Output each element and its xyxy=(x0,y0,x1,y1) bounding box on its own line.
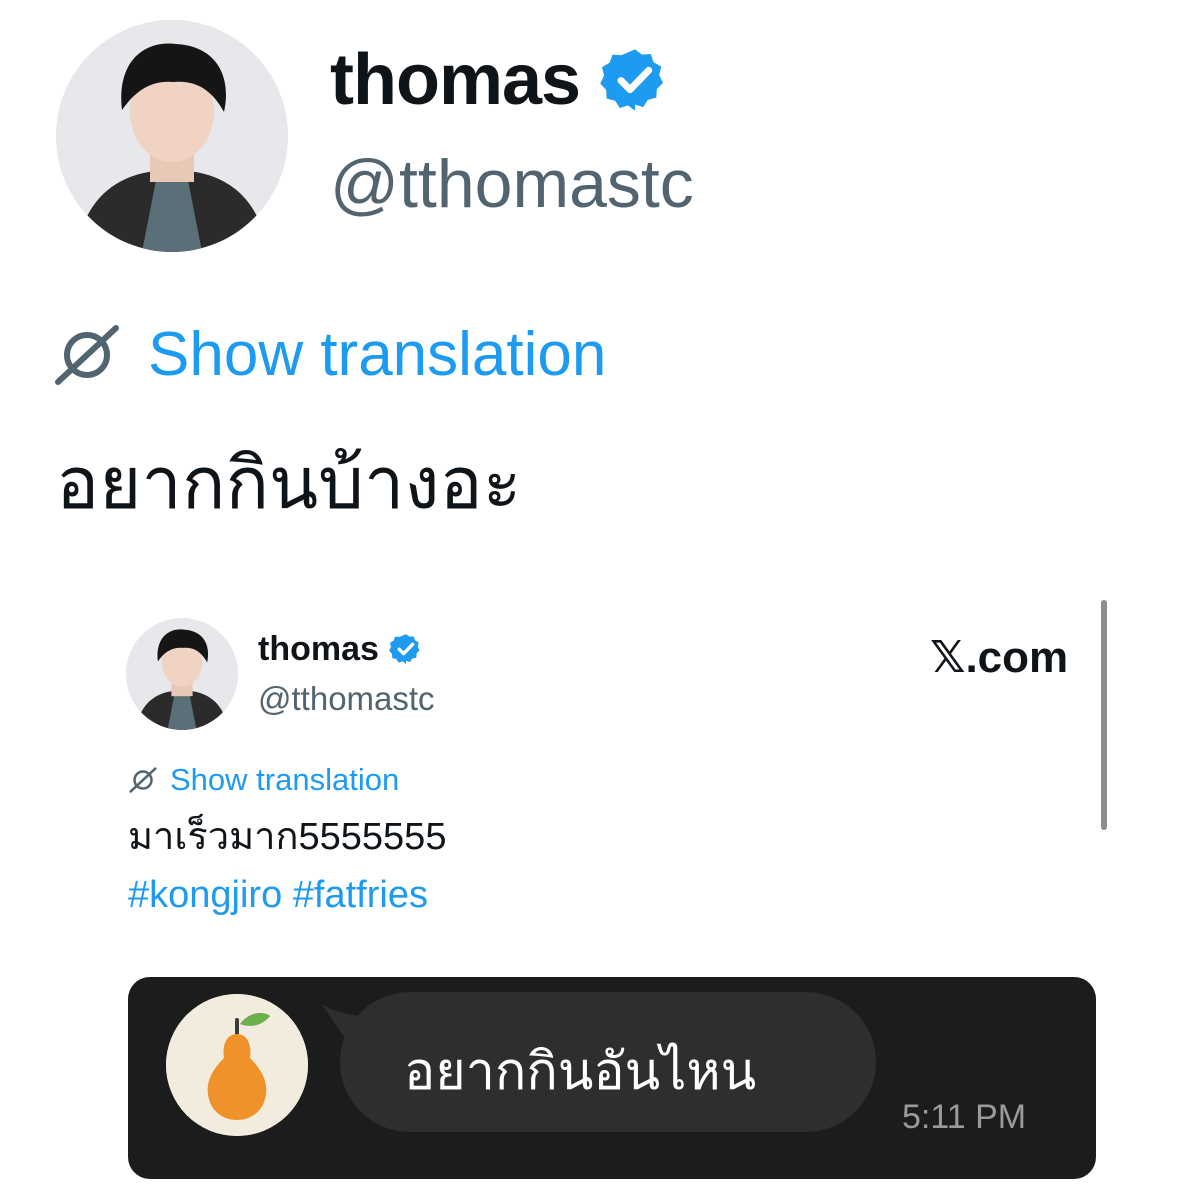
verified-badge-icon xyxy=(600,45,670,115)
quoted-show-translation-label: Show translation xyxy=(170,762,400,797)
hashtags: #kongjiro #fatfries xyxy=(128,876,428,914)
hashtag-link[interactable]: #fatfries xyxy=(293,874,428,916)
quoted-avatar[interactable] xyxy=(126,618,238,730)
pear-icon xyxy=(166,994,308,1136)
profile-photo-icon xyxy=(56,20,288,252)
globe-slash-icon xyxy=(52,322,122,388)
scrollbar[interactable] xyxy=(1101,600,1107,830)
chat-message-text: อยากกินอันไหน xyxy=(404,1043,757,1101)
display-name-text: thomas xyxy=(330,40,581,120)
quoted-display-name-text: thomas xyxy=(258,630,379,668)
quoted-display-name[interactable]: thomas xyxy=(258,632,423,666)
quoted-handle[interactable]: @tthomastc xyxy=(258,682,435,715)
quoted-show-translation-button[interactable]: Show translation xyxy=(128,764,399,795)
source-label[interactable]: 𝕏.com xyxy=(930,636,1068,680)
chat-message-time: 5:11 PM xyxy=(902,1098,1027,1136)
tweet-text: อยากกินบ้างอะ xyxy=(56,444,522,524)
chat-avatar[interactable] xyxy=(166,994,308,1136)
handle[interactable]: @tthomastc xyxy=(330,150,694,218)
hashtag-link[interactable]: #kongjiro xyxy=(128,874,282,916)
display-name[interactable]: thomas xyxy=(330,44,670,116)
show-translation-button[interactable]: Show translation xyxy=(52,322,606,388)
globe-slash-icon xyxy=(128,766,158,794)
avatar[interactable] xyxy=(56,20,288,252)
profile-photo-icon xyxy=(126,618,238,730)
quoted-tweet-text: มาเร็วมาก5555555 xyxy=(128,816,447,858)
verified-badge-icon xyxy=(389,632,423,666)
show-translation-label: Show translation xyxy=(148,320,607,389)
